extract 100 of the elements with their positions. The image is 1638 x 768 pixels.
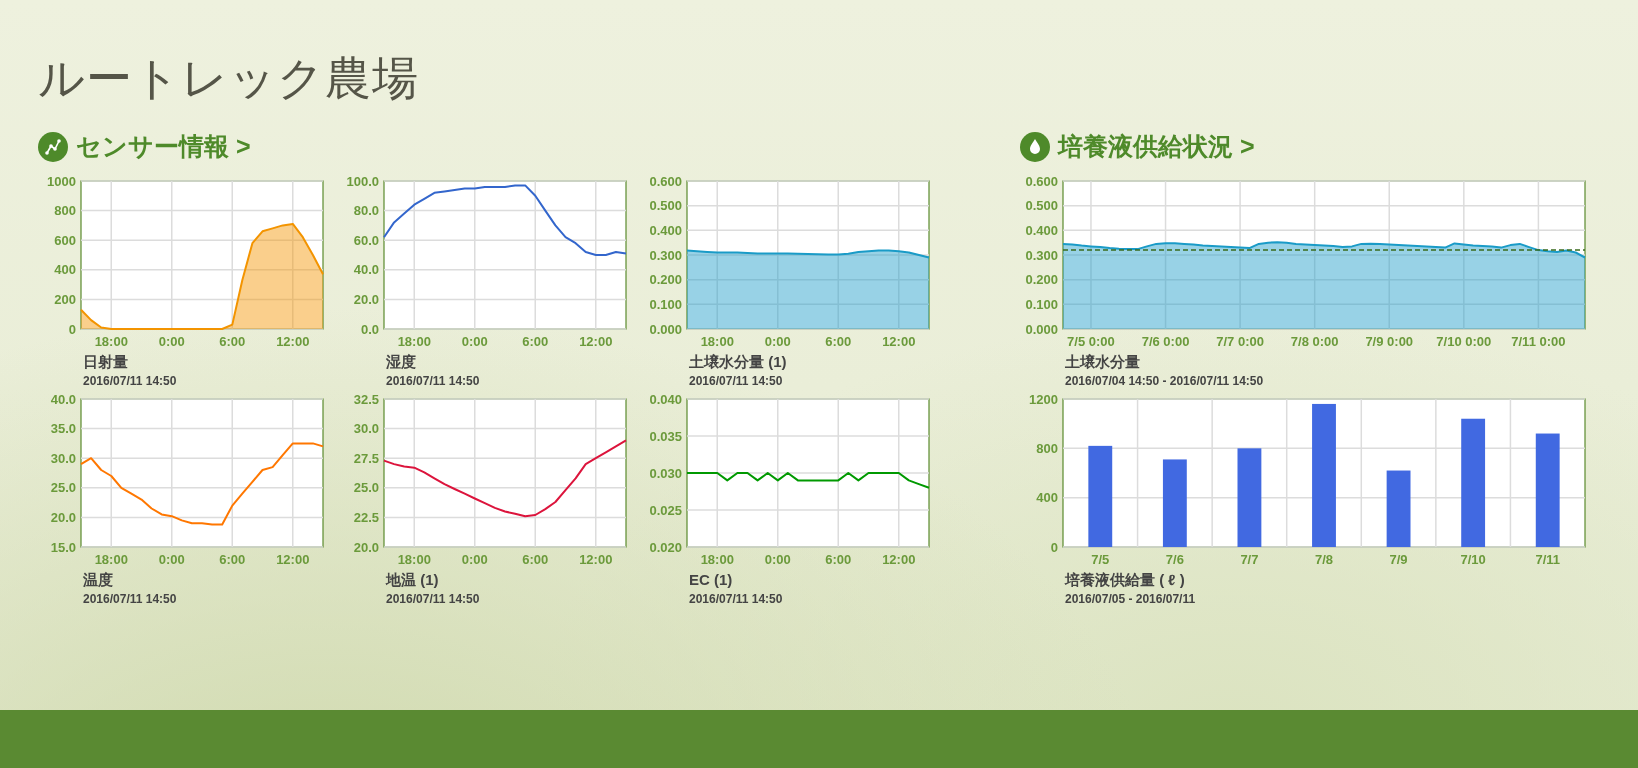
axis-tick-label: 0.020 <box>649 539 682 555</box>
axis-tick-label: 32.5 <box>353 391 379 407</box>
axis-tick-label: 0.200 <box>649 272 682 288</box>
axis-tick-label: 12:00 <box>882 334 916 349</box>
axis-tick-label: 12:00 <box>882 552 916 567</box>
axis-tick-label: 0:00 <box>461 334 488 349</box>
axis-tick-label: 0.600 <box>649 173 682 189</box>
axis-tick-label: 7/5 <box>1091 552 1110 567</box>
axis-tick-label: 0.025 <box>649 502 682 518</box>
axis-tick-label: 12:00 <box>276 334 310 349</box>
axis-tick-label: 30.0 <box>353 421 379 437</box>
chart-title: EC (1) <box>689 571 734 589</box>
chart-title: 温度 <box>83 571 114 589</box>
axis-tick-label: 7/6 0:00 <box>1141 334 1190 349</box>
axis-tick-label: 0.000 <box>1025 321 1058 337</box>
axis-tick-label: 7/6 <box>1165 552 1184 567</box>
axis-tick-label: 40.0 <box>50 391 76 407</box>
axis-tick-label: 12:00 <box>579 552 613 567</box>
nutrient-supply-link[interactable]: 培養液供給状況 > <box>1058 130 1255 163</box>
droplet-icon <box>1020 131 1050 162</box>
chart-title: 地温 (1) <box>386 571 440 589</box>
axis-tick-label: 1200 <box>1029 391 1058 407</box>
axis-tick-label: 12:00 <box>579 334 613 349</box>
axis-tick-label: 80.0 <box>353 203 379 219</box>
axis-tick-label: 200 <box>54 291 76 307</box>
date-range: 2016/07/11 14:50 <box>386 592 481 606</box>
axis-tick-label: 0:00 <box>158 552 185 567</box>
axis-tick-label: 7/5 0:00 <box>1067 334 1115 349</box>
chart-title: 土壌水分量 (1) <box>689 353 788 371</box>
axis-tick-label: 18:00 <box>700 552 734 567</box>
date-range: 2016/07/11 14:50 <box>689 374 784 388</box>
axis-tick-label: 400 <box>54 262 76 278</box>
chart-title: 湿度 <box>386 353 417 371</box>
axis-tick-label: 0.400 <box>1025 222 1058 238</box>
axis-tick-label: 600 <box>54 232 76 248</box>
axis-tick-label: 6:00 <box>219 552 246 567</box>
axis-tick-label: 7/11 0:00 <box>1511 334 1566 349</box>
axis-tick-label: 20.0 <box>50 509 76 525</box>
axis-tick-label: 0:00 <box>764 334 791 349</box>
axis-tick-label: 20.0 <box>353 539 379 555</box>
chart-title: 日射量 <box>83 353 129 371</box>
axis-tick-label: 18:00 <box>397 552 431 567</box>
axis-tick-label: 800 <box>1036 440 1058 456</box>
axis-tick-label: 800 <box>54 203 76 219</box>
date-range: 2016/07/11 14:50 <box>689 592 784 606</box>
axis-tick-label: 0.200 <box>1025 272 1058 288</box>
axis-tick-label: 0.500 <box>649 198 682 214</box>
axis-tick-label: 35.0 <box>50 421 76 437</box>
axis-tick-label: 18:00 <box>94 552 128 567</box>
axis-tick-label: 0 <box>68 321 76 337</box>
axis-tick-label: 7/8 0:00 <box>1290 334 1339 349</box>
axis-tick-label: 40.0 <box>353 262 379 278</box>
axis-tick-label: 7/10 <box>1460 552 1486 567</box>
date-range: 2016/07/11 14:50 <box>83 592 178 606</box>
axis-tick-label: 18:00 <box>94 334 128 349</box>
date-range: 2016/07/04 14:50 - 2016/07/11 14:50 <box>1065 374 1265 388</box>
farm-title: ルートレック農場 <box>38 51 420 106</box>
axis-tick-label: 7/11 <box>1535 552 1560 567</box>
axis-tick-label: 0.040 <box>649 391 682 407</box>
axis-tick-label: 0.300 <box>1025 247 1058 263</box>
axis-tick-label: 6:00 <box>825 552 852 567</box>
axis-tick-label: 6:00 <box>522 552 549 567</box>
axis-tick-label: 0.600 <box>1025 173 1058 189</box>
axis-tick-label: 27.5 <box>353 450 379 466</box>
axis-tick-label: 7/9 <box>1389 552 1408 567</box>
axis-tick-label: 0.030 <box>649 465 682 481</box>
axis-tick-label: 18:00 <box>700 334 734 349</box>
axis-tick-label: 0:00 <box>158 334 185 349</box>
axis-tick-label: 7/7 0:00 <box>1216 334 1264 349</box>
axis-tick-label: 18:00 <box>397 334 431 349</box>
axis-tick-label: 0.400 <box>649 222 682 238</box>
axis-tick-label: 25.0 <box>353 480 379 496</box>
date-range: 2016/07/11 14:50 <box>386 374 481 388</box>
axis-tick-label: 6:00 <box>522 334 549 349</box>
axis-tick-label: 6:00 <box>825 334 852 349</box>
axis-tick-label: 15.0 <box>50 539 76 555</box>
axis-tick-label: 0.035 <box>649 428 682 444</box>
axis-tick-label: 25.0 <box>50 480 76 496</box>
axis-tick-label: 100.0 <box>346 173 379 189</box>
axis-tick-label: 0.000 <box>649 321 682 337</box>
axis-tick-label: 1000 <box>47 173 76 189</box>
axis-tick-label: 0.0 <box>360 321 379 337</box>
date-range: 2016/07/11 14:50 <box>83 374 178 388</box>
axis-tick-label: 0 <box>1050 539 1058 555</box>
axis-tick-label: 20.0 <box>353 291 379 307</box>
chart-title: 土壌水分量 <box>1065 353 1141 371</box>
axis-tick-label: 6:00 <box>219 334 246 349</box>
sensor-info-link[interactable]: センサー情報 > <box>76 130 251 163</box>
axis-tick-label: 12:00 <box>276 552 310 567</box>
axis-tick-label: 0.100 <box>649 296 682 312</box>
axis-tick-label: 0:00 <box>764 552 791 567</box>
axis-tick-label: 400 <box>1036 490 1058 506</box>
axis-tick-label: 22.5 <box>353 509 379 525</box>
chart-icon <box>38 131 68 162</box>
axis-tick-label: 7/10 0:00 <box>1436 334 1492 349</box>
axis-tick-label: 0.300 <box>649 247 682 263</box>
axis-tick-label: 30.0 <box>50 450 76 466</box>
axis-tick-label: 0.100 <box>1025 296 1058 312</box>
axis-tick-label: 7/7 <box>1240 552 1259 567</box>
axis-tick-label: 0.500 <box>1025 198 1058 214</box>
